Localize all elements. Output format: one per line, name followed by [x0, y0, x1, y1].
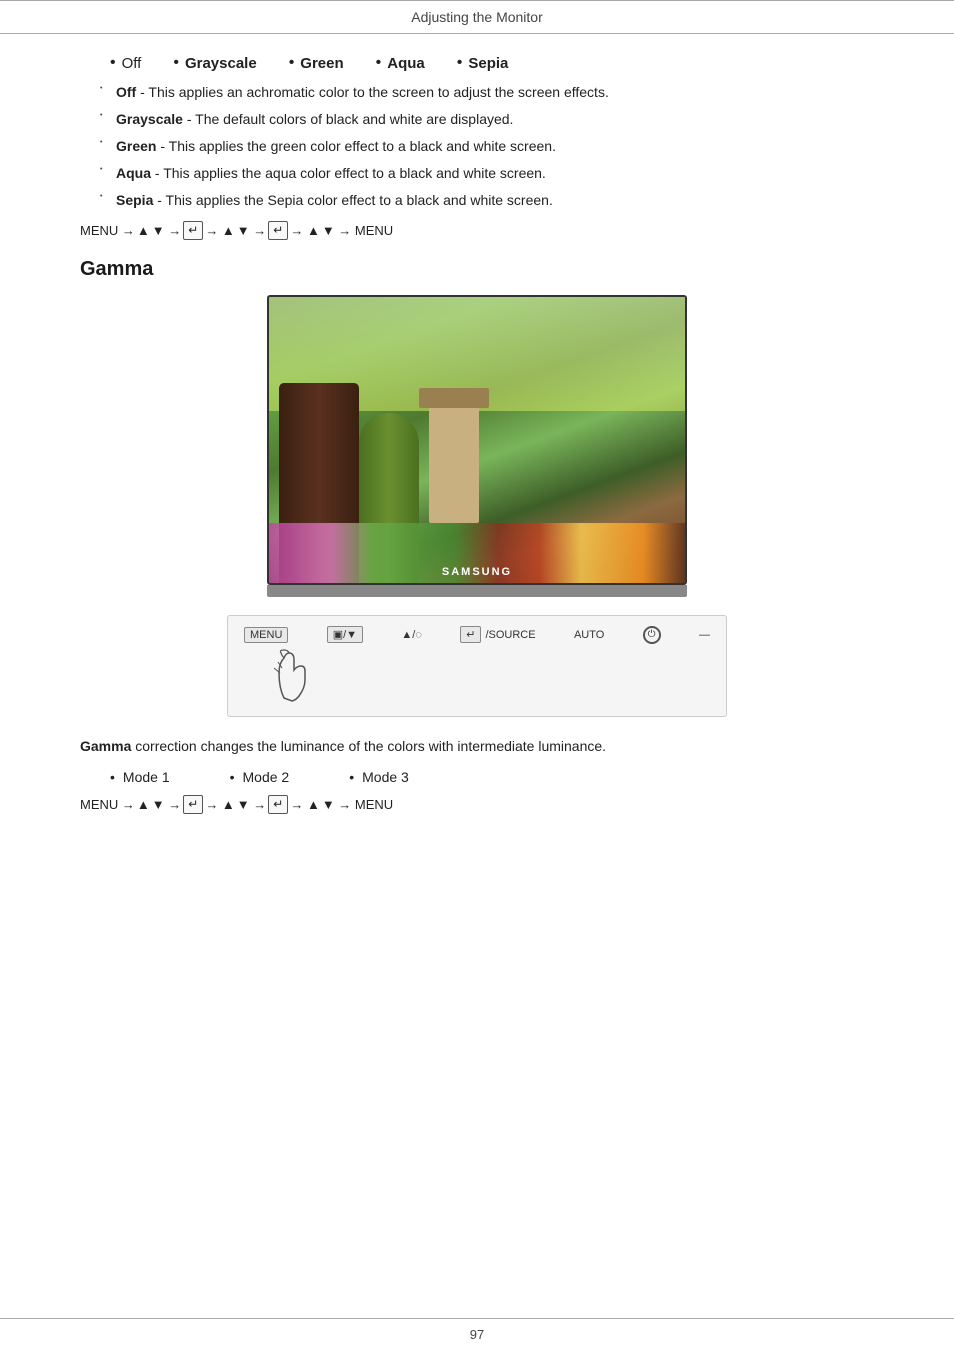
source-label: /SOURCE [485, 629, 535, 641]
list-item: • Grayscale - The default colors of blac… [100, 109, 874, 130]
menu-control: MENU [244, 627, 288, 643]
mode1-label: Mode 1 [123, 769, 170, 785]
up-o-label: ▲/◌ [401, 629, 421, 641]
monitor-bottom-bar [267, 585, 687, 597]
mode3-dot: • [349, 769, 354, 785]
gamma-term: Gamma [80, 738, 131, 754]
auto-control: AUTO [574, 629, 604, 641]
desc-off: Off - This applies an achromatic color t… [116, 82, 609, 103]
mode2-item: • Mode 2 [230, 769, 290, 785]
bullet-dot: • [289, 54, 295, 72]
gamma-nav-sequence: MENU → ▲ ▼ → ↵ → ▲ ▼ → ↵ → ▲ ▼ → MENU [80, 795, 874, 814]
up-o-control: ▲/◌ [401, 629, 421, 641]
desc-aqua: Aqua - This applies the aqua color effec… [116, 163, 546, 184]
option-sepia: • Sepia [457, 54, 509, 72]
pagoda [429, 403, 479, 523]
mode1-dot: • [110, 769, 115, 785]
list-item: • Off - This applies an achromatic color… [100, 82, 874, 103]
finger-icon [264, 648, 314, 703]
page-footer: 97 [0, 1318, 954, 1350]
color-descriptions-list: • Off - This applies an achromatic color… [100, 82, 874, 211]
list-item: • Aqua - This applies the aqua color eff… [100, 163, 874, 184]
samsung-label: SAMSUNG [442, 566, 512, 578]
auto-label: AUTO [574, 629, 604, 641]
option-green-label: Green [300, 55, 343, 72]
updown-control: ▣/▼ [327, 626, 363, 643]
monitor-controls: MENU ▣/▼ ▲/◌ ↵ /SOURCE AUTO ⏻ — [227, 615, 727, 717]
bullet-dot: • [100, 192, 108, 203]
bullet-dot: • [110, 54, 116, 72]
power-button: ⏻ [643, 626, 661, 644]
gamma-section-title: Gamma [80, 258, 874, 281]
option-grayscale: • Grayscale [173, 54, 256, 72]
option-off: • Off [110, 54, 141, 72]
mode3-item: • Mode 3 [349, 769, 409, 785]
color-nav-sequence: MENU → ▲ ▼ → ↵ → ▲ ▼ → ↵ → ▲ ▼ → MENU [80, 221, 874, 240]
desc-sepia: Sepia - This applies the Sepia color eff… [116, 190, 553, 211]
bullet-dot: • [457, 54, 463, 72]
mode1-item: • Mode 1 [110, 769, 170, 785]
desc-grayscale: Grayscale - The default colors of black … [116, 109, 513, 130]
controls-row: MENU ▣/▼ ▲/◌ ↵ /SOURCE AUTO ⏻ — [244, 626, 710, 644]
option-sepia-label: Sepia [468, 55, 508, 72]
bullet-dot: • [100, 138, 108, 149]
source-btn: ↵ [460, 626, 481, 643]
option-green: • Green [289, 54, 344, 72]
option-grayscale-label: Grayscale [185, 55, 257, 72]
finger-indicator [264, 648, 710, 706]
menu-btn-label: MENU [244, 627, 288, 643]
page-number: 97 [470, 1327, 484, 1342]
option-aqua-label: Aqua [387, 55, 425, 72]
updown-btn: ▣/▼ [327, 626, 363, 643]
option-off-label: Off [122, 55, 142, 72]
screen-inner: SAMSUNG [269, 297, 685, 583]
bullet-dot: • [173, 54, 179, 72]
option-aqua: • Aqua [376, 54, 425, 72]
gamma-description: Gamma correction changes the luminance o… [80, 735, 874, 757]
monitor-screen: SAMSUNG [267, 295, 687, 585]
header-title: Adjusting the Monitor [411, 9, 543, 25]
list-item: • Sepia - This applies the Sepia color e… [100, 190, 874, 211]
bullet-dot: • [100, 165, 108, 176]
mode-options-row: • Mode 1 • Mode 2 • Mode 3 [110, 769, 874, 785]
source-control: ↵ /SOURCE [460, 626, 535, 643]
page-header: Adjusting the Monitor [0, 0, 954, 34]
bullet-dot: • [100, 84, 108, 95]
color-options-row: • Off • Grayscale • Green • Aqua • Sepia [110, 54, 874, 72]
bullet-dot: • [376, 54, 382, 72]
monitor-image: SAMSUNG [80, 295, 874, 597]
desc-green: Green - This applies the green color eff… [116, 136, 556, 157]
mode3-label: Mode 3 [362, 769, 409, 785]
main-content: • Off • Grayscale • Green • Aqua • Sepia… [0, 54, 954, 814]
mode2-label: Mode 2 [243, 769, 290, 785]
bullet-dot: • [100, 111, 108, 122]
list-item: • Green - This applies the green color e… [100, 136, 874, 157]
mode2-dot: • [230, 769, 235, 785]
dash-label: — [699, 629, 710, 641]
gamma-desc-text: correction changes the luminance of the … [135, 738, 606, 754]
